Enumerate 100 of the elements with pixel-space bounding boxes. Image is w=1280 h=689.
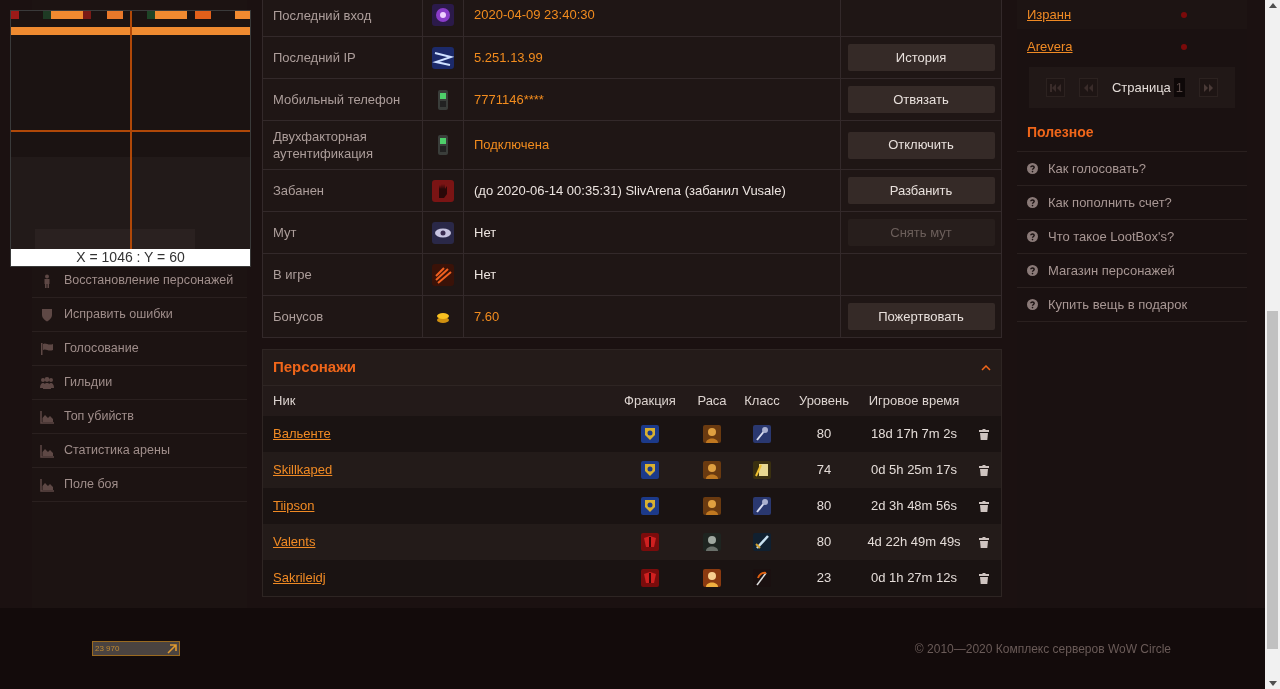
sidebar-item[interactable]: Топ убийств bbox=[32, 400, 247, 434]
action-button[interactable]: Отключить bbox=[847, 131, 995, 159]
scroll-up-icon[interactable] bbox=[1268, 3, 1277, 8]
playtime-cell-text: 2d 3h 48m 56s bbox=[870, 497, 958, 516]
collapse-caret-icon[interactable] bbox=[981, 364, 991, 371]
level-cell-text: 80 bbox=[815, 497, 833, 516]
horde-crest-icon bbox=[641, 533, 659, 551]
question-icon bbox=[1027, 265, 1038, 276]
mace-icon bbox=[753, 425, 771, 443]
horde-crest-icon bbox=[641, 569, 659, 587]
question-icon bbox=[1027, 163, 1038, 174]
next-page-icon bbox=[1203, 83, 1215, 92]
eye-icon bbox=[432, 221, 454, 244]
sidebar-item[interactable]: Гильдии bbox=[32, 366, 247, 400]
portrait-icon bbox=[703, 461, 721, 479]
friend-link[interactable]: Arevera bbox=[1027, 37, 1073, 57]
group-icon bbox=[40, 375, 54, 390]
action-button[interactable]: Разбанить bbox=[847, 177, 995, 204]
sword-icon bbox=[753, 533, 771, 551]
hand-icon bbox=[432, 179, 454, 202]
action-button[interactable]: История bbox=[847, 44, 995, 71]
help-link[interactable]: Магазин персонажей bbox=[1017, 254, 1247, 288]
prev-page-icon bbox=[1082, 83, 1094, 92]
playtime-cell-text: 0d 5h 25m 17s bbox=[870, 461, 958, 480]
field-label: Последний вход bbox=[263, 0, 423, 36]
field-label: Последний IP bbox=[263, 37, 423, 78]
trash-icon[interactable] bbox=[979, 536, 989, 548]
level-cell-text: 23 bbox=[815, 569, 833, 588]
playtime-cell-text: 4d 22h 49m 49s bbox=[866, 533, 962, 552]
scrollbar[interactable] bbox=[1265, 0, 1280, 689]
portrait-icon bbox=[703, 533, 721, 551]
orb-icon bbox=[432, 4, 454, 26]
sidebar-item[interactable]: Исправить ошибки bbox=[32, 298, 247, 332]
question-icon bbox=[1027, 231, 1038, 242]
sidebar-item[interactable]: Статистика арены bbox=[32, 434, 247, 468]
field-label: В игре bbox=[263, 254, 423, 295]
area-chart-icon bbox=[40, 477, 54, 492]
field-label: Мобильный телефон bbox=[263, 79, 423, 120]
section-title: Полезное bbox=[1017, 108, 1247, 152]
field-value: 5.251.13.99 bbox=[464, 37, 841, 78]
field-value: 7771146**** bbox=[464, 79, 841, 120]
column-header: Раса bbox=[696, 392, 728, 411]
page-label: Страница bbox=[1111, 78, 1171, 97]
tome-icon bbox=[753, 461, 771, 479]
playtime-cell-text: 0d 1h 27m 12s bbox=[870, 569, 958, 588]
character-link[interactable]: Sakrileidj bbox=[273, 570, 326, 586]
field-label: Забанен bbox=[263, 170, 423, 211]
copyright-text: © 2010—2020 Комплекс серверов WoW Circle bbox=[914, 640, 1171, 658]
character-link[interactable]: Skillkaped bbox=[273, 462, 333, 478]
lion-crest-icon bbox=[641, 497, 659, 515]
help-link[interactable]: Как пополнить счет? bbox=[1017, 186, 1247, 220]
action-button[interactable]: Пожертвовать bbox=[847, 303, 995, 330]
field-label: Бонусов bbox=[263, 296, 423, 337]
column-header: Игровое время bbox=[867, 392, 961, 411]
character-link[interactable]: Tiipson bbox=[273, 498, 315, 514]
shield-icon bbox=[40, 307, 54, 322]
column-header: Класс bbox=[743, 392, 781, 411]
playtime-cell-text: 18d 17h 7m 2s bbox=[870, 425, 958, 444]
trash-icon[interactable] bbox=[979, 500, 989, 512]
friend-link[interactable]: Изранн bbox=[1027, 4, 1072, 25]
character-link[interactable]: Вальенте bbox=[273, 426, 331, 442]
portrait-icon bbox=[703, 497, 721, 515]
lion-crest-icon bbox=[641, 461, 659, 479]
field-value: (до 2020-06-14 00:35:31) SlivArena (забанил Vusale) bbox=[464, 170, 841, 211]
trash-icon[interactable] bbox=[979, 572, 989, 584]
column-header: Уровень bbox=[797, 392, 851, 411]
field-value: Нет bbox=[464, 254, 841, 295]
trash-icon[interactable] bbox=[979, 464, 989, 476]
question-icon bbox=[1027, 299, 1038, 310]
scroll-down-icon[interactable] bbox=[1268, 681, 1277, 686]
sidebar-item[interactable]: Поле боя bbox=[32, 468, 247, 502]
coordinate-readout: X = 1046 : Y = 60 bbox=[11, 249, 250, 266]
lion-crest-icon bbox=[641, 425, 659, 443]
portrait-icon bbox=[703, 425, 721, 443]
column-header: Ник bbox=[272, 392, 297, 411]
column-header: Фракция bbox=[623, 392, 677, 411]
area-chart-icon bbox=[40, 409, 54, 424]
scrollbar-thumb[interactable] bbox=[1267, 310, 1278, 649]
level-cell-text: 80 bbox=[815, 533, 833, 552]
first-page-icon bbox=[1049, 83, 1061, 92]
arrow-icon bbox=[167, 643, 177, 654]
trash-icon[interactable] bbox=[979, 428, 989, 440]
character-link[interactable]: Valents bbox=[273, 534, 316, 550]
field-value: Нет bbox=[464, 212, 841, 253]
field-value: 7.60 bbox=[464, 296, 841, 337]
action-button[interactable]: Отвязать bbox=[847, 86, 995, 113]
field-label: Двухфакторная аутентификация bbox=[263, 121, 423, 169]
help-link[interactable]: Что такое LootBox's? bbox=[1017, 220, 1247, 254]
portrait-icon bbox=[703, 569, 721, 587]
field-value: 2020-04-09 23:40:30 bbox=[464, 0, 841, 36]
level-cell-text: 80 bbox=[815, 425, 833, 444]
field-value: Подключена bbox=[464, 121, 841, 169]
help-link[interactable]: Как голосовать? bbox=[1017, 152, 1247, 186]
section-title: Персонажи bbox=[273, 357, 357, 378]
field-label: Мут bbox=[263, 212, 423, 253]
sidebar-item[interactable]: Голосование bbox=[32, 332, 247, 366]
help-link[interactable]: Купить вещь в подарок bbox=[1017, 288, 1247, 322]
counter-value: 23 970 bbox=[95, 643, 120, 654]
mace-icon bbox=[753, 497, 771, 515]
network-icon bbox=[432, 46, 454, 69]
